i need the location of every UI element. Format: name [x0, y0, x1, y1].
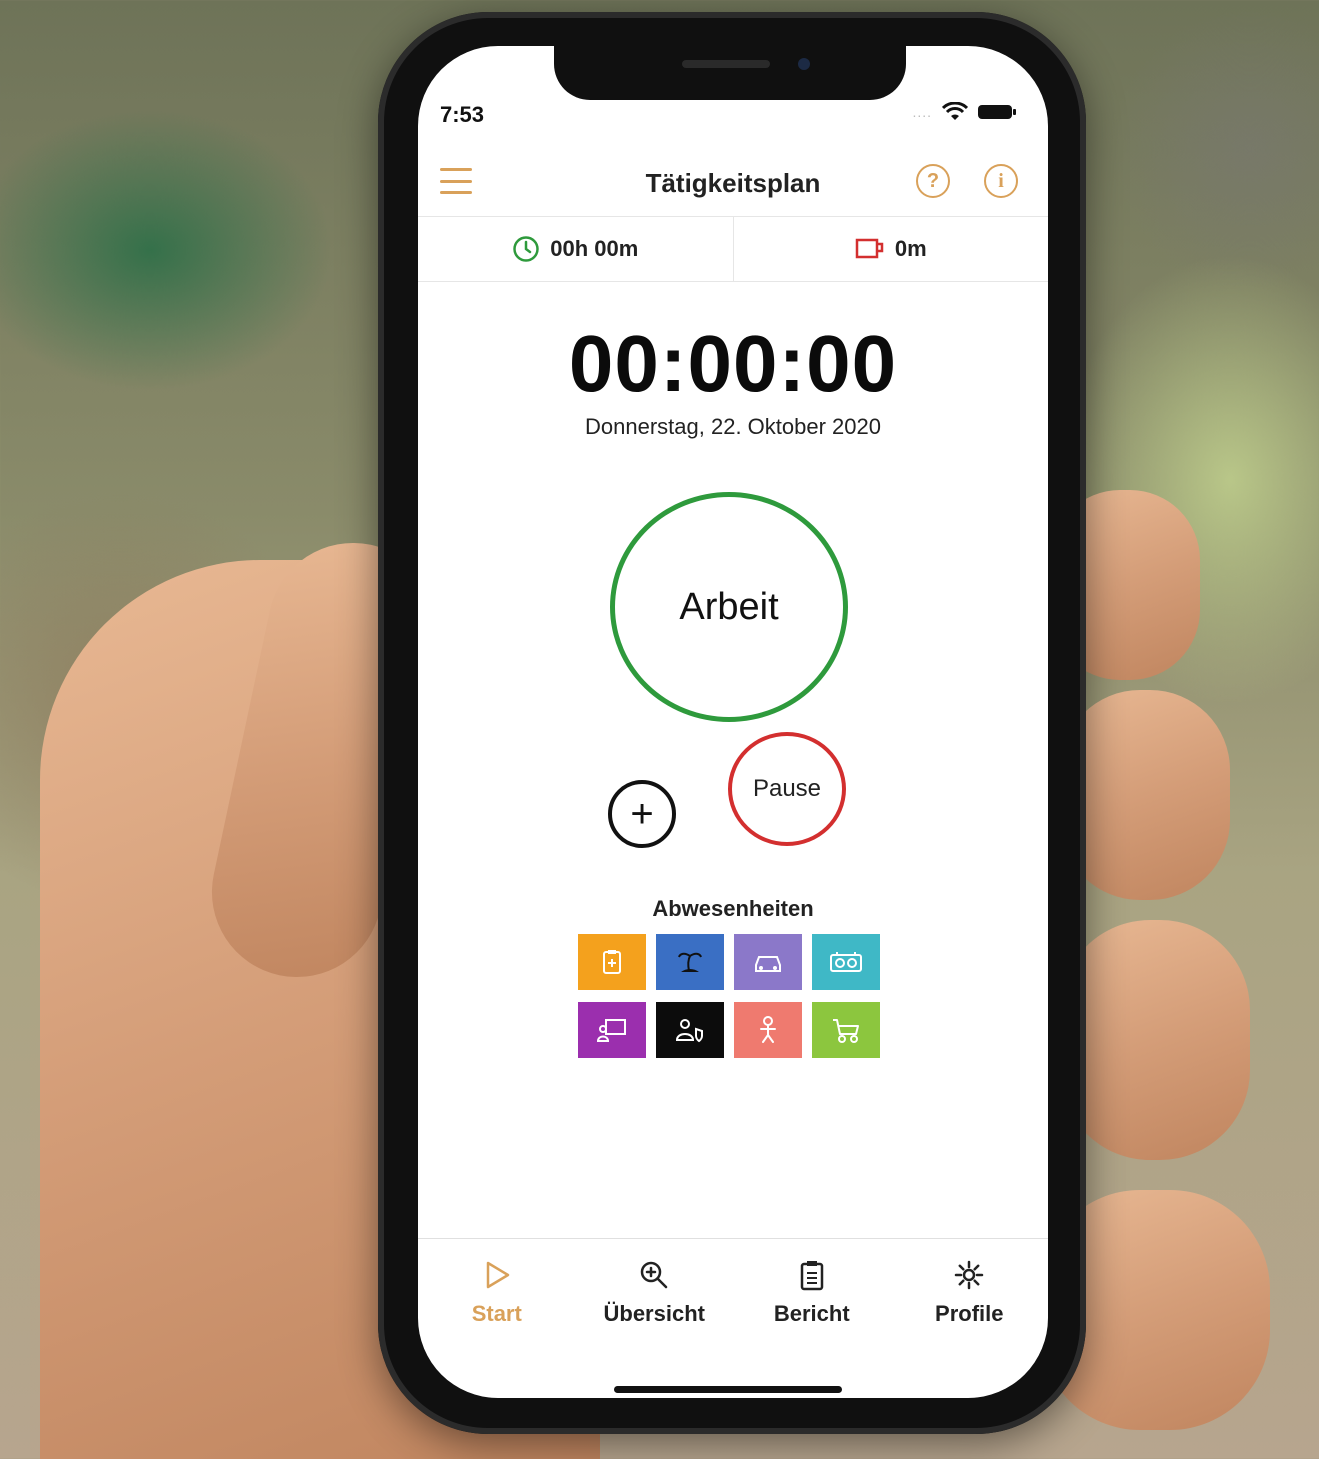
- tab-bar: Start Übersicht Bericht Profile: [418, 1238, 1048, 1358]
- absence-parental-button[interactable]: [812, 1002, 880, 1058]
- page-title: Tätigkeitsplan: [645, 168, 821, 198]
- stroller-icon: [833, 1019, 859, 1043]
- summary-bar: 00h 00m 0m: [418, 216, 1048, 282]
- zoom-in-icon: [641, 1261, 668, 1289]
- absence-recorder-button[interactable]: [812, 934, 880, 990]
- tab-start[interactable]: Start: [418, 1239, 576, 1358]
- play-icon: [486, 1261, 509, 1289]
- absence-training-button[interactable]: [578, 1002, 646, 1058]
- timer-display: 00:00:00: [568, 319, 898, 408]
- status-icons: ....: [912, 102, 1016, 122]
- tab-overview-label: Übersicht: [603, 1301, 705, 1326]
- finger-3: [1060, 920, 1250, 1160]
- navigation-bar: Tätigkeitsplan ? i: [418, 154, 1048, 214]
- home-indicator: [614, 1386, 842, 1393]
- absences-title: Abwesenheiten: [652, 896, 814, 921]
- gear-icon: [955, 1260, 984, 1290]
- vacation-palm-icon: [678, 952, 702, 972]
- person-shield-icon: [675, 1019, 703, 1043]
- current-date: Donnerstag, 22. Oktober 2020: [585, 414, 881, 439]
- battery-icon: [978, 105, 1016, 119]
- notch: [554, 46, 906, 100]
- tab-start-label: Start: [471, 1301, 522, 1326]
- help-button[interactable]: ?: [916, 164, 950, 198]
- break-time-summary: 0m: [732, 217, 1049, 281]
- status-time: 7:53: [440, 102, 485, 127]
- add-entry-button[interactable]: +: [608, 780, 676, 848]
- absence-vacation-button[interactable]: [656, 934, 724, 990]
- pause-button[interactable]: Pause: [728, 732, 846, 846]
- car-icon: [755, 956, 781, 972]
- start-work-button[interactable]: Arbeit: [610, 492, 848, 722]
- speaker: [682, 60, 770, 68]
- break-time-value: 0m: [894, 236, 927, 261]
- tab-profile[interactable]: Profile: [891, 1239, 1049, 1358]
- tab-profile-label: Profile: [935, 1301, 1004, 1326]
- tape-recorder-icon: [830, 952, 862, 972]
- coffee-cup-icon: [855, 238, 884, 259]
- absence-child-button[interactable]: [734, 1002, 802, 1058]
- info-button[interactable]: i: [984, 164, 1018, 198]
- baby-icon: [760, 1016, 776, 1043]
- absence-other-button[interactable]: [656, 1002, 724, 1058]
- wifi-icon: [942, 102, 968, 120]
- tab-overview[interactable]: Übersicht: [576, 1239, 734, 1358]
- absence-travel-button[interactable]: [734, 934, 802, 990]
- tab-report[interactable]: Bericht: [733, 1239, 891, 1358]
- work-time-summary: 00h 00m: [418, 217, 733, 281]
- phone-screen: 7:53 .... Tätigkeitsplan ? i 00h 00m 0m …: [418, 46, 1048, 1398]
- work-time-value: 00h 00m: [550, 236, 639, 261]
- signal-icon: ....: [912, 104, 932, 120]
- front-camera: [798, 58, 810, 70]
- clipboard-icon: [800, 1261, 823, 1291]
- clock-icon: [513, 236, 539, 262]
- sick-note-icon: [603, 950, 621, 974]
- training-board-icon: [596, 1019, 626, 1042]
- tab-report-label: Bericht: [773, 1301, 850, 1326]
- absences-grid: [578, 934, 880, 1058]
- absence-sick-button[interactable]: [578, 934, 646, 990]
